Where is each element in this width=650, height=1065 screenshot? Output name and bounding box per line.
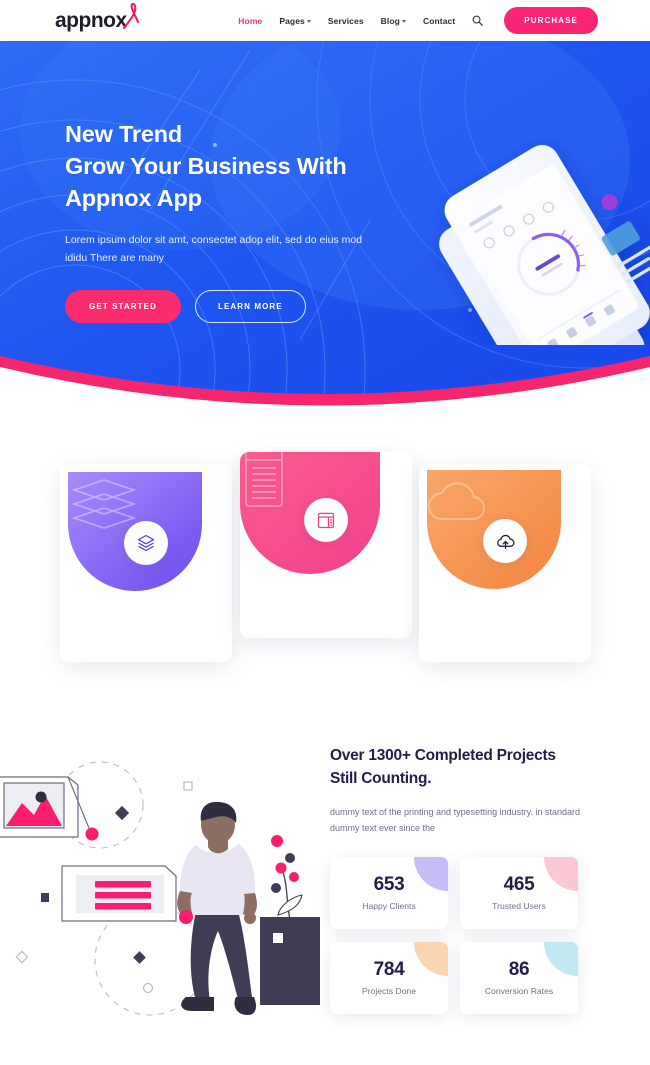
phone-mockups-image (439, 145, 650, 345)
hero-title-line3: Appnox App (65, 185, 202, 212)
stat-label: Happy Clients (362, 900, 416, 911)
landing-page: appnox Home Pages Services Blog Contact (0, 0, 650, 1065)
nav-label: Home (238, 15, 263, 26)
site-header: appnox Home Pages Services Blog Contact (0, 0, 650, 41)
counter-title-line1: Over 1300+ Completed Projects (330, 747, 556, 764)
chevron-down-icon (306, 19, 311, 23)
search-icon[interactable] (472, 15, 484, 26)
cloud-upload-icon (483, 519, 527, 563)
man-sitting-on-box-illustration (0, 761, 320, 1016)
feature-card-responsive-ready[interactable]: Responsive Ready mext of the printing an… (240, 452, 412, 638)
corner-accent (414, 856, 448, 891)
stat-value: 784 (373, 958, 405, 980)
layers-icon (124, 521, 168, 565)
nav-item-pages[interactable]: Pages (279, 16, 311, 26)
chevron-down-icon (401, 19, 406, 23)
stats-grid: 653 Happy Clients 465 Trusted Users 784 … (330, 856, 600, 1014)
stat-box-trusted-users: 465 Trusted Users (460, 856, 578, 929)
hero-cta-group: GET STARTED LEARN MORE (65, 289, 400, 323)
nav-label: Contact (422, 15, 456, 26)
hero-title-line1: New Trend (65, 121, 183, 147)
counter-section: Over 1300+ Completed Projects Still Coun… (330, 745, 600, 1014)
nav-item-home[interactable]: Home (238, 16, 262, 26)
nav-label: Blog (380, 15, 400, 26)
corner-accent (544, 856, 578, 891)
stat-box-happy-clients: 653 Happy Clients (330, 856, 448, 929)
corner-accent (544, 941, 578, 976)
hero-title-line2: Grow Your Business With (65, 153, 347, 180)
layout-window-icon (304, 498, 348, 542)
stat-label: Trusted Users (492, 900, 546, 911)
site-logo[interactable]: appnox (55, 3, 139, 32)
hero-title: New Trend Grow Your Business With Appnox… (65, 118, 400, 215)
hero-section: New Trend Grow Your Business With Appnox… (0, 40, 650, 408)
get-started-button[interactable]: GET STARTED (65, 289, 181, 323)
counter-title: Over 1300+ Completed Projects Still Coun… (330, 745, 600, 791)
x-swoosh-icon (122, 3, 139, 29)
main-navigation: Home Pages Services Blog Contact (238, 15, 484, 26)
corner-accent (414, 941, 448, 976)
nav-item-contact[interactable]: Contact (423, 16, 455, 26)
stat-value: 86 (508, 958, 530, 980)
nav-item-services[interactable]: Services (328, 16, 364, 26)
counter-title-line2: Still Counting. (330, 769, 432, 787)
counter-description: dummy text of the printing and typesetti… (330, 806, 580, 833)
feature-card-easy-customize[interactable]: Easy Customize mext of the printing and … (60, 464, 232, 662)
nav-label: Pages (279, 15, 305, 26)
stat-value: 465 (503, 873, 535, 895)
hero-subtitle: Lorem ipsum dolor sit amt, consectet ado… (65, 233, 363, 265)
learn-more-button[interactable]: LEARN MORE (194, 289, 306, 323)
features-section: Easy Customize mext of the printing and … (0, 452, 650, 672)
nav-label: Services (327, 15, 364, 26)
purchase-button[interactable]: PURCHASE (504, 7, 598, 34)
nav-item-blog[interactable]: Blog (381, 16, 406, 26)
stat-label: Projects Done (362, 985, 416, 996)
logo-text: appnox (55, 9, 127, 32)
stat-value: 653 (373, 873, 405, 895)
feature-card-cloud-storage[interactable]: Cloud Storage mext of the printing and h… (419, 464, 591, 662)
stat-label: Conversion Rates (484, 985, 554, 996)
stat-box-conversion-rates: 86 Conversion Rates (460, 941, 578, 1014)
stat-box-projects-done: 784 Projects Done (330, 941, 448, 1014)
hero-content: New Trend Grow Your Business With Appnox… (0, 40, 400, 323)
